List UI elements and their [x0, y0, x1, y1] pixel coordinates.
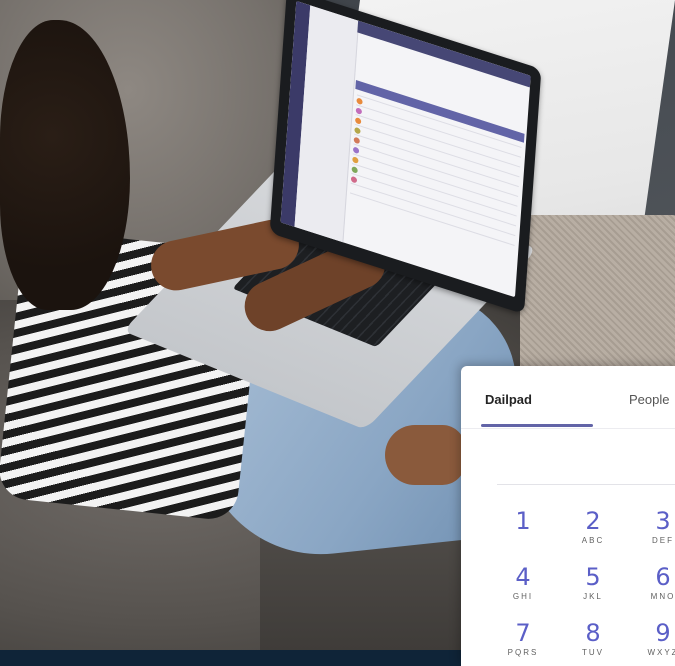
dialpad-key-8[interactable]: 8 TUV [563, 620, 623, 658]
dialpad-tabs: Dailpad People [461, 366, 675, 429]
key-letters: MNO [650, 592, 675, 601]
dialpad-key-9[interactable]: 9 WXYZ [633, 620, 675, 658]
key-digit: 9 [655, 619, 671, 647]
tab-dailpad[interactable]: Dailpad [485, 392, 532, 407]
key-digit: 3 [655, 507, 671, 535]
dialpad-key-4[interactable]: 4 GHI [493, 564, 553, 602]
key-digit: 6 [655, 563, 671, 591]
dialpad-key-1[interactable]: 1 [493, 508, 553, 546]
dialpad-key-5[interactable]: 5 JKL [563, 564, 623, 602]
app-row [349, 192, 515, 246]
key-digit: 7 [515, 619, 531, 647]
phone-number-input[interactable] [497, 484, 675, 485]
key-digit: 2 [585, 507, 601, 535]
key-digit: 5 [585, 563, 601, 591]
dialpad-key-7[interactable]: 7 PQRS [493, 620, 553, 658]
key-letters: DEF [652, 536, 674, 545]
dialpad-key-3[interactable]: 3 DEF [633, 508, 675, 546]
key-letters: GHI [512, 592, 534, 601]
key-letters: ABC [581, 536, 605, 545]
person-foot [385, 425, 465, 485]
key-digit: 8 [585, 619, 601, 647]
key-letters [493, 536, 553, 546]
dialpad-card: Dailpad People 1 2 ABC 3 DEF 4 GHI 5 JKL… [461, 366, 675, 666]
dialpad-key-6[interactable]: 6 MNO [633, 564, 675, 602]
key-letters: JKL [583, 592, 603, 601]
dialpad-key-2[interactable]: 2 ABC [563, 508, 623, 546]
key-digit: 4 [515, 563, 531, 591]
key-digit: 1 [515, 507, 531, 535]
active-tab-indicator [481, 424, 593, 427]
app-row [350, 182, 516, 237]
tab-people[interactable]: People [629, 392, 669, 407]
